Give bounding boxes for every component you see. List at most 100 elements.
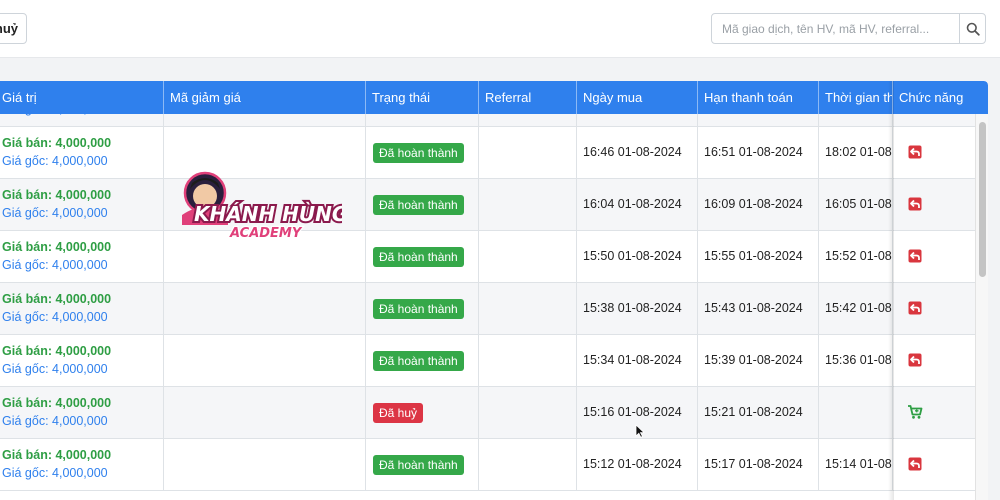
- payment-due: 15:55 01-08-2024: [704, 249, 803, 263]
- search-icon: [966, 22, 980, 36]
- cell-purchase-date: 15:34 01-08-2024: [576, 335, 697, 387]
- header-actions[interactable]: Chức năng: [892, 81, 988, 114]
- original-price: Giá gốc: 4,000,000: [2, 114, 108, 116]
- undo-icon[interactable]: [907, 456, 923, 472]
- undo-icon[interactable]: [907, 196, 923, 212]
- undo-icon[interactable]: [907, 352, 923, 368]
- sale-price: Giá bán: 4,000,000: [2, 448, 112, 462]
- undo-icon[interactable]: [907, 248, 923, 264]
- scrollbar-thumb[interactable]: [979, 122, 986, 277]
- cell-referral: [478, 387, 576, 439]
- academy-watermark-logo: KHÁNH HÙNG ACADEMY: [182, 171, 342, 242]
- purchase-date: 15:34 01-08-2024: [583, 353, 682, 367]
- header-value[interactable]: Giá trị: [0, 81, 163, 114]
- payment-time: 15:14 01-08-2024: [825, 457, 892, 471]
- cell-payment-time: 16:05 01-08-2024: [818, 179, 892, 231]
- purchase-date: 15:16 01-08-2024: [583, 405, 682, 419]
- status-badge: Đã hoàn thành: [373, 351, 464, 371]
- payment-due: 15:43 01-08-2024: [704, 301, 803, 315]
- cell-value: Giá bán: 4,000,000 Giá gốc: 4,000,000: [0, 439, 163, 491]
- watermark-subtitle: ACADEMY: [229, 226, 303, 241]
- table-row: Giá bán: 4,000,000Giá gốc: 4,000,000Đã h…: [0, 179, 975, 231]
- cell-actions: [892, 231, 975, 283]
- status-badge: Đã hoàn thành: [373, 143, 464, 163]
- cell-payment-time: 17:48 01-08-2024: [818, 114, 892, 127]
- payment-time: 15:36 01-08-2024: [825, 353, 892, 367]
- original-price: Giá gốc: 4,000,000: [2, 362, 108, 376]
- cell-status: Đã hoàn thành: [365, 114, 478, 127]
- cell-purchase-date: 15:50 01-08-2024: [576, 231, 697, 283]
- cell-value: Giá bán: 4,000,000 Giá gốc: 4,000,000: [0, 283, 163, 335]
- cell-value: Giá bán: 4,000,000 Giá gốc: 4,000,000: [0, 335, 163, 387]
- cell-payment-time: 15:14 01-08-2024: [818, 439, 892, 491]
- watermark-title: KHÁNH HÙNG: [194, 202, 342, 226]
- payment-due: 15:21 01-08-2024: [704, 405, 803, 419]
- table-row: Giá bán: 4,000,000 Giá gốc: 4,000,000 Đã h…: [0, 335, 975, 387]
- cell-purchase-date: 17:47 01-08-2024: [576, 114, 697, 127]
- status-badge: Đã hoàn thành: [373, 455, 464, 475]
- cell-referral: [478, 179, 576, 231]
- cancel-button[interactable]: huỷ: [0, 13, 27, 44]
- cell-referral: [478, 114, 576, 127]
- original-price: Giá gốc: 4,000,000: [2, 206, 108, 220]
- table-row: Giá bán: 4,000,000 Giá gốc: 4,000,000 Đã h…: [0, 387, 975, 439]
- payment-time: 15:52 01-08-2024: [825, 249, 892, 263]
- undo-icon[interactable]: [907, 300, 923, 316]
- purchase-date: 16:46 01-08-2024: [583, 145, 682, 159]
- header-discount-code[interactable]: Mã giảm giá: [163, 81, 365, 114]
- cell-referral: [478, 231, 576, 283]
- original-price: Giá gốc: 4,000,000: [2, 154, 108, 168]
- cell-purchase-date: 16:46 01-08-2024: [576, 127, 697, 179]
- undo-icon[interactable]: [907, 144, 923, 160]
- top-toolbar: huỷ: [0, 0, 1000, 58]
- cell-payment-due: 15:55 01-08-2024: [697, 231, 818, 283]
- sale-price: Giá bán: 4,000,000: [2, 240, 112, 254]
- cell-status: Đã hoàn thành: [365, 335, 478, 387]
- cart-icon[interactable]: [907, 404, 923, 420]
- cell-referral: [478, 283, 576, 335]
- search-button[interactable]: [959, 14, 986, 43]
- table-rows: Giá bán: 4,000,000 Giá gốc: 4,000,000 Đã h…: [0, 114, 975, 491]
- status-badge: Đã hoàn thành: [373, 299, 464, 319]
- transactions-table: Giá trị Mã giảm giá Trạng thái Referral …: [0, 81, 988, 500]
- purchase-date: 15:50 01-08-2024: [583, 249, 682, 263]
- table-row: Giá bán: 4,000,000Giá gốc: 4,000,000Đã h…: [0, 114, 975, 127]
- cell-actions: [892, 114, 975, 127]
- cell-value: Giá bán: 4,000,000 Giá gốc: 4,000,000: [0, 127, 163, 179]
- cell-purchase-date: 15:12 01-08-2024: [576, 439, 697, 491]
- payment-due: 15:17 01-08-2024: [704, 457, 803, 471]
- cell-payment-due: 15:43 01-08-2024: [697, 283, 818, 335]
- payment-due: 15:39 01-08-2024: [704, 353, 803, 367]
- sale-price: Giá bán: 4,000,000: [2, 396, 112, 410]
- cell-discount-code: [163, 114, 365, 127]
- purchase-date: 15:38 01-08-2024: [583, 301, 682, 315]
- sale-price: Giá bán: 4,000,000: [2, 344, 112, 358]
- cell-value: Giá bán: 4,000,000 Giá gốc: 4,000,000: [0, 231, 163, 283]
- table-row: Giá bán: 4,000,000Giá gốc: 4,000,000 Đã h…: [0, 127, 975, 179]
- status-badge: Đã hoàn thành: [373, 247, 464, 267]
- cell-referral: [478, 335, 576, 387]
- cell-purchase-date: 16:04 01-08-2024: [576, 179, 697, 231]
- cell-discount-code: [163, 335, 365, 387]
- vertical-scrollbar[interactable]: [975, 114, 988, 500]
- header-status[interactable]: Trạng thái: [365, 81, 478, 114]
- payment-due: 16:09 01-08-2024: [704, 197, 803, 211]
- cell-value: Giá bán: 4,000,000 Giá gốc: 4,000,000: [0, 387, 163, 439]
- payment-time: 15:42 01-08-2024: [825, 301, 892, 315]
- search-input[interactable]: [712, 14, 959, 43]
- header-payment-time[interactable]: Thời gian thanh toán: [818, 81, 892, 114]
- header-referral[interactable]: Referral: [478, 81, 576, 114]
- cell-payment-due: 17:52 01-08-2024: [697, 114, 818, 127]
- header-purchase-date[interactable]: Ngày mua: [576, 81, 697, 114]
- cell-discount-code: [163, 283, 365, 335]
- original-price: Giá gốc: 4,000,000: [2, 466, 108, 480]
- cell-status: Đã hoàn thành: [365, 127, 478, 179]
- cell-status: Đã huỷ: [365, 387, 478, 439]
- cell-actions: [892, 439, 975, 491]
- original-price: Giá gốc: 4,000,000: [2, 414, 108, 428]
- table-header: Giá trị Mã giảm giá Trạng thái Referral …: [0, 81, 988, 114]
- payment-due: 16:51 01-08-2024: [704, 145, 803, 159]
- table-body: Giá bán: 4,000,000 Giá gốc: 4,000,000 Đã h…: [0, 114, 975, 500]
- header-payment-due[interactable]: Hạn thanh toán: [697, 81, 818, 114]
- mouse-cursor-icon: [635, 424, 645, 438]
